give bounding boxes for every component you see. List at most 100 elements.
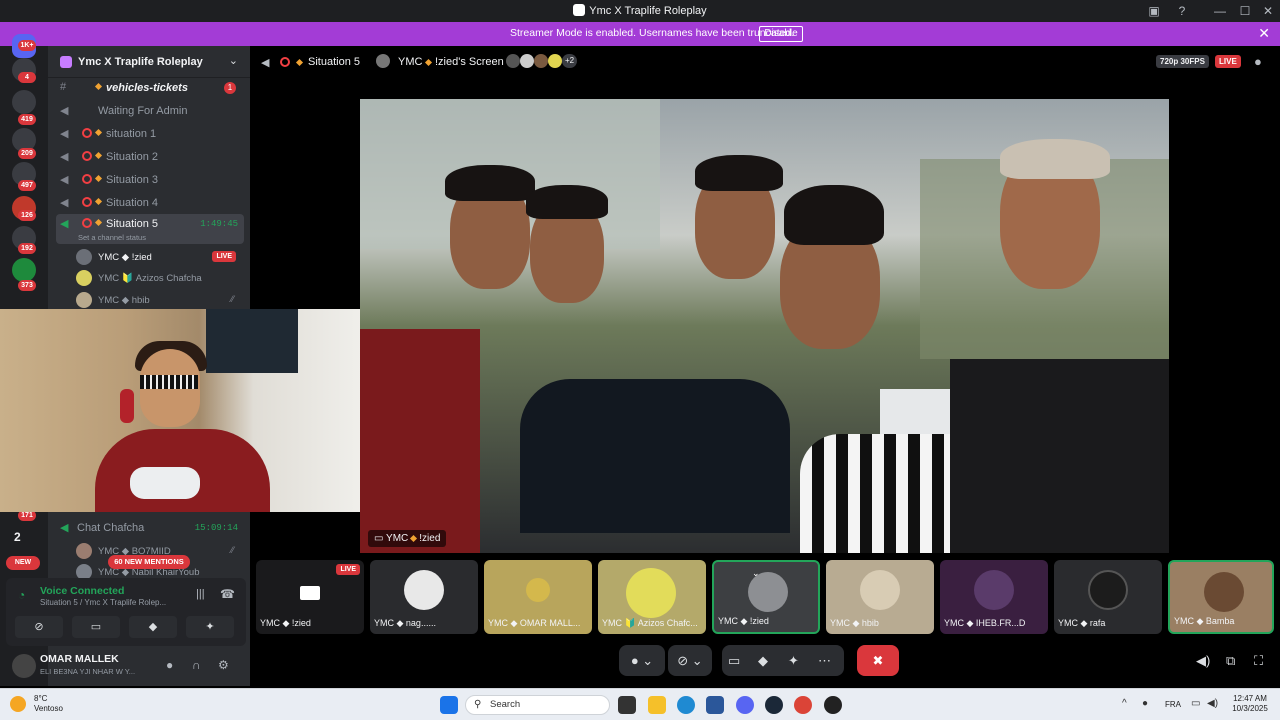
close-banner-icon[interactable]: ✕ <box>1258 25 1270 42</box>
activities-button[interactable]: ◆ <box>129 616 177 638</box>
inbox-icon[interactable]: ▣ <box>1142 0 1166 22</box>
help-icon[interactable]: ? <box>1170 0 1194 22</box>
member-name: YMC ◆ hbib <box>98 295 150 306</box>
channel-status-hint[interactable]: Set a channel status <box>78 233 146 242</box>
disable-streamer-mode-button[interactable]: Disable <box>759 26 803 42</box>
file-explorer-icon[interactable] <box>648 696 666 714</box>
store-icon[interactable] <box>706 696 724 714</box>
signal-icon[interactable]: ◔ <box>18 588 25 602</box>
tile-name: YMC 🔰 Azizos Chafc... <box>602 618 698 628</box>
participant-tile[interactable]: YMC ◆ rafa <box>1054 560 1162 634</box>
participant-tile[interactable]: YMC 🔰 Azizos Chafc... <box>598 560 706 634</box>
end-call-button[interactable]: ✖ <box>857 645 899 676</box>
steam-icon[interactable] <box>765 696 783 714</box>
microphone-button[interactable]: ● ⌄ <box>619 645 665 676</box>
obs-icon[interactable] <box>824 696 842 714</box>
channel-situation-5[interactable]: ◀ Situation 5 1:49:45 Set a channel stat… <box>56 214 244 244</box>
language-indicator[interactable]: FRA <box>1165 700 1181 709</box>
avatar <box>506 54 520 68</box>
search-icon: ⚲ <box>474 699 482 710</box>
hashtag-icon: # <box>60 81 67 93</box>
taskbar-search[interactable]: ⚲ Search <box>465 695 610 715</box>
channel-chat-chafcha[interactable]: ◀ Chat Chafcha 15:09:14 <box>56 520 246 538</box>
soundboard-button[interactable]: ✦ <box>186 616 234 638</box>
stream-quality: 720p 30FPS <box>1156 55 1209 68</box>
unread-badge: 373 <box>18 280 36 291</box>
chevron-down-icon[interactable]: ⌄ <box>229 54 238 67</box>
participant-tile[interactable]: YMC ◆ IHEB.FR...D <box>940 560 1048 634</box>
diamond-icon <box>94 197 103 206</box>
screen-owner-prefix: YMC <box>398 56 423 68</box>
close-window-button[interactable]: ✕ <box>1256 0 1280 22</box>
channel-situation-4[interactable]: ◀ Situation 4 <box>56 193 244 213</box>
extra-viewers-count[interactable]: +2 <box>562 54 578 68</box>
activities-icon[interactable]: ◆ <box>758 645 768 676</box>
voice-member[interactable]: YMC ◆ !zied LIVE <box>76 247 242 267</box>
volume-icon[interactable]: ◀) <box>1196 653 1210 669</box>
channel-vehicles-tickets[interactable]: # vehicles-tickets 1 <box>56 78 244 98</box>
voice-location[interactable]: Situation 5 / Ymc X Traplife Rolep... <box>40 598 166 607</box>
speaker-icon: ◀ <box>60 151 69 163</box>
channel-label: Chat Chafcha <box>77 522 145 534</box>
server-icon[interactable] <box>12 258 36 282</box>
voice-member[interactable]: YMC 🔰 Azizos Chafcha <box>76 268 242 288</box>
chrome-icon[interactable] <box>794 696 812 714</box>
avatar[interactable] <box>12 654 36 678</box>
no-entry-icon <box>82 174 92 184</box>
new-mentions-pill[interactable]: 60 NEW MENTIONS <box>108 555 190 569</box>
system-clock[interactable]: 12:47 AM 10/3/2025 <box>1224 694 1276 714</box>
new-badge[interactable]: NEW <box>6 556 40 570</box>
participant-tile[interactable]: YMC ◆ OMAR MALL... <box>484 560 592 634</box>
disconnect-icon[interactable]: ☎ <box>220 587 235 601</box>
screen-share-icon[interactable]: ▭ <box>728 645 740 676</box>
speaker-icon: ◀ <box>60 105 69 117</box>
soundboard-icon[interactable]: ✦ <box>788 645 799 676</box>
main-stream-video[interactable]: ▭ YMC !zied <box>360 99 1169 553</box>
chevron-down-icon[interactable]: ⌄ <box>752 568 760 579</box>
popout-icon[interactable]: ⧉ <box>1226 653 1235 669</box>
edge-icon[interactable] <box>677 696 695 714</box>
volume-tray-icon[interactable]: ◀) <box>1207 698 1218 709</box>
channel-timer: 15:09:14 <box>194 523 238 533</box>
live-badge: LIVE <box>212 251 236 262</box>
minimize-button[interactable]: — <box>1208 0 1232 22</box>
channel-situation-2[interactable]: ◀ Situation 2 <box>56 147 244 167</box>
weather-icon[interactable] <box>10 696 26 712</box>
participant-tile[interactable]: YMC ◆ Bamba <box>1168 560 1274 634</box>
server-icon[interactable] <box>12 90 36 114</box>
diamond-icon <box>94 82 103 91</box>
start-icon[interactable] <box>440 696 458 714</box>
noise-suppression-icon[interactable]: ||| <box>196 588 205 600</box>
microphone-icon[interactable]: ● <box>166 658 173 672</box>
tray-chevron-icon[interactable]: ^ <box>1122 698 1127 709</box>
voice-member[interactable]: YMC ◆ hbib ⁄⁄ <box>76 290 242 310</box>
channel-label: Situation 2 <box>106 151 158 163</box>
server-name: Ymc X Traplife Roleplay <box>78 56 203 68</box>
chat-bubble-icon[interactable]: ● <box>1254 54 1262 69</box>
camera-button[interactable]: ⊘ ⌄ <box>668 645 712 676</box>
more-options-icon[interactable]: ⋯ <box>818 645 831 676</box>
discord-taskbar-icon[interactable] <box>736 696 754 714</box>
headphones-icon[interactable]: ∩ <box>192 658 201 672</box>
participant-tile-speaking[interactable]: ⌄ YMC ◆ !zied <box>712 560 820 634</box>
settings-gear-icon[interactable]: ⚙ <box>218 658 229 672</box>
speaker-icon: ◀ <box>60 197 69 209</box>
task-view-icon[interactable] <box>618 696 636 714</box>
participant-tile[interactable]: YMC ◆ hbib <box>826 560 934 634</box>
channel-situation-1[interactable]: ◀ situation 1 <box>56 124 244 144</box>
maximize-button[interactable]: ☐ <box>1233 0 1257 22</box>
network-icon[interactable]: ▭ <box>1191 698 1200 709</box>
fullscreen-icon[interactable]: ⛶ <box>1254 653 1263 669</box>
participant-tile[interactable]: YMC ◆ nag...... <box>370 560 478 634</box>
screen-share-button[interactable]: ▭ <box>72 616 120 638</box>
camera-off-button[interactable]: ⊘ <box>15 616 63 638</box>
weather-widget[interactable]: 8°C Ventoso <box>34 694 63 714</box>
clock-date: 10/3/2025 <box>1232 704 1268 713</box>
participant-tile[interactable]: LIVE YMC ◆ !zied <box>256 560 364 634</box>
tray-mic-icon[interactable]: ● <box>1142 698 1148 709</box>
diamond-icon <box>410 534 418 543</box>
headset-shape <box>120 389 134 423</box>
channel-situation-3[interactable]: ◀ Situation 3 <box>56 170 244 190</box>
channel-waiting-for-admin[interactable]: ◀ Waiting For Admin <box>56 101 244 121</box>
server-header[interactable]: Ymc X Traplife Roleplay ⌄ <box>48 46 250 78</box>
